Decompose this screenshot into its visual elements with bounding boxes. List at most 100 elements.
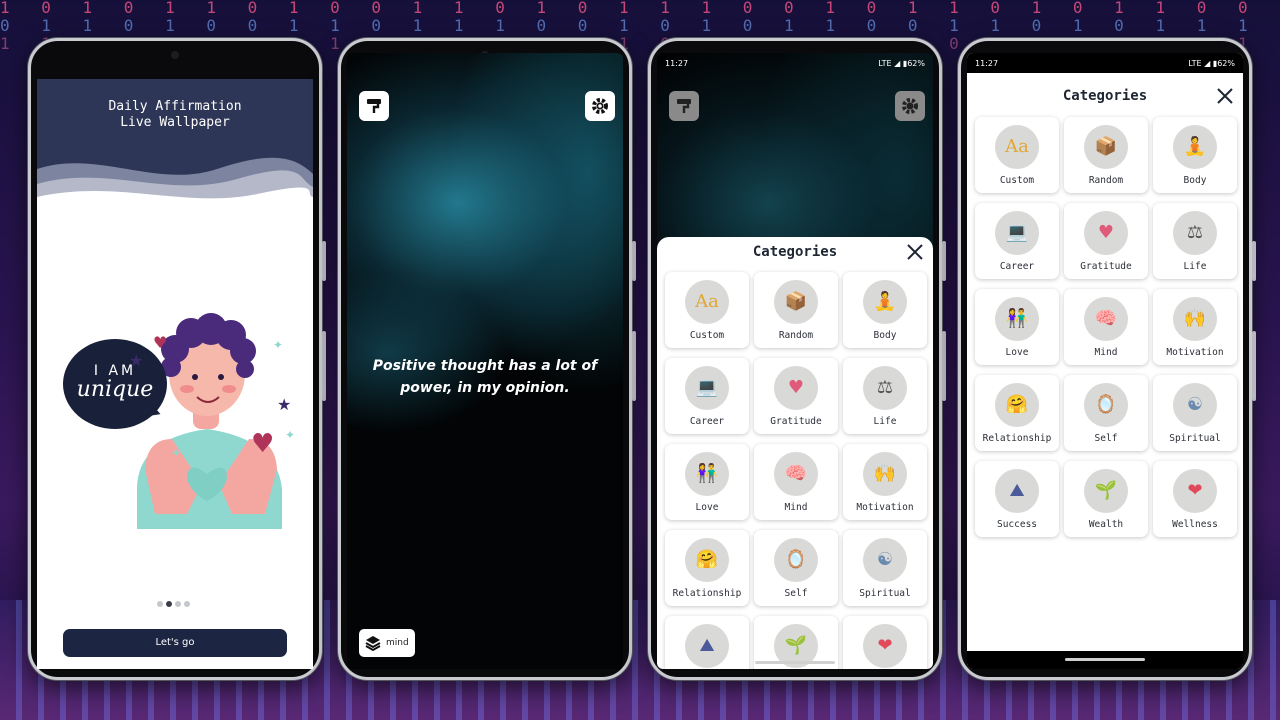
category-card-gratitude[interactable]: ♥ Gratitude <box>754 358 838 434</box>
paint-roller-icon[interactable] <box>359 91 389 121</box>
category-card-career[interactable]: 💻 Career <box>665 358 749 434</box>
category-card-relationship[interactable]: 🤗 Relationship <box>975 375 1059 451</box>
category-icon-circle: ⚖ <box>863 366 907 410</box>
category-icon-circle: ⚖ <box>1173 211 1217 255</box>
onboarding-screen: Daily Affirmation Live Wallpaper I AM un… <box>37 79 313 669</box>
categories-title: Categories <box>752 244 838 260</box>
category-card-custom[interactable]: Aa Custom <box>665 272 749 348</box>
category-card-custom[interactable]: Aa Custom <box>975 117 1059 193</box>
balance-icon: ⚖ <box>876 377 894 398</box>
heart-icon: ♥ <box>251 429 275 459</box>
binary-row: 1 0 1 0 1 1 0 1 0 0 1 1 0 1 0 1 1 1 0 0 … <box>0 0 1280 17</box>
box-icon: 📦 <box>1094 136 1118 157</box>
category-card-mind[interactable]: 🧠 Mind <box>1064 289 1148 365</box>
category-card-spiritual[interactable]: ☯ Spiritual <box>1153 375 1237 451</box>
category-card-self[interactable]: 🪞 Self <box>1064 375 1148 451</box>
category-icon-circle: Aa <box>995 125 1039 169</box>
mirror-icon: 🪞 <box>1094 394 1118 415</box>
lets-go-button[interactable]: Let's go <box>63 629 287 657</box>
wallpaper-screen: Positive thought has a lot of power, in … <box>347 53 623 669</box>
text-aa-icon: Aa <box>695 291 719 312</box>
category-label: Relationship <box>672 588 742 599</box>
desk-icon: 💻 <box>1005 222 1029 243</box>
category-label: Relationship <box>982 433 1052 444</box>
category-card-wellness[interactable]: ❤Wellness <box>843 616 927 669</box>
category-card-motivation[interactable]: 🙌 Motivation <box>843 444 927 520</box>
categories-title: Categories <box>1062 88 1148 104</box>
side-button <box>322 241 326 281</box>
category-label: Self <box>784 588 808 599</box>
categories-sheet-screen: 11:27 LTE ◢ ▮62% Categories Aa Custom 📦 Ran… <box>657 53 933 669</box>
category-card-relationship[interactable]: 🤗 Relationship <box>665 530 749 606</box>
category-label: Gratitude <box>770 416 822 427</box>
home-indicator <box>1065 658 1145 661</box>
category-grid: Aa Custom 📦 Random 🧘 Body 💻 Career ♥ Gratitude ⚖ Li… <box>975 117 1237 537</box>
category-card-love[interactable]: 👫 Love <box>665 444 749 520</box>
category-card-career[interactable]: 💻 Career <box>975 203 1059 279</box>
category-icon-circle: ♥ <box>774 366 818 410</box>
yoga-icon: 🧘 <box>873 291 897 312</box>
page-dot-active[interactable] <box>166 601 172 607</box>
category-icon-circle: ❤ <box>863 624 907 668</box>
category-label: Random <box>778 330 814 341</box>
category-icon-circle: 💻 <box>685 366 729 410</box>
category-card-success[interactable]: ⛰Success <box>665 616 749 669</box>
heart-hand-icon: ♥ <box>787 377 805 398</box>
page-dot[interactable] <box>175 601 181 607</box>
category-label: Custom <box>689 330 725 341</box>
side-button <box>942 241 946 281</box>
category-card-random[interactable]: 📦 Random <box>754 272 838 348</box>
gear-icon[interactable] <box>895 91 925 121</box>
couple-icon: 👫 <box>695 463 719 484</box>
category-icon-circle: 🙌 <box>863 452 907 496</box>
cheer-icon: 🙌 <box>873 463 897 484</box>
side-button <box>322 331 326 401</box>
home-indicator <box>755 661 835 664</box>
yoga-icon: 🧘 <box>1183 136 1207 157</box>
category-label: Career <box>689 416 725 427</box>
side-button <box>1252 241 1256 281</box>
category-label: Body <box>1183 175 1207 186</box>
category-card-success[interactable]: ⛰Success <box>975 461 1059 537</box>
category-card-life[interactable]: ⚖ Life <box>843 358 927 434</box>
category-card-wellness[interactable]: ❤Wellness <box>1153 461 1237 537</box>
side-button <box>942 331 946 401</box>
layers-icon <box>365 636 381 652</box>
category-icon-circle: ☯ <box>1173 383 1217 427</box>
category-card-body[interactable]: 🧘 Body <box>843 272 927 348</box>
category-card-spiritual[interactable]: ☯ Spiritual <box>843 530 927 606</box>
binary-row: 0 1 1 0 1 0 0 1 1 0 1 1 1 0 0 1 0 1 0 1 … <box>0 16 1280 35</box>
heart-hand-icon: ♥ <box>1097 222 1115 243</box>
category-icon-circle: 🧠 <box>1084 297 1128 341</box>
gear-icon[interactable] <box>585 91 615 121</box>
category-icon-circle: 🧘 <box>863 280 907 324</box>
category-card-gratitude[interactable]: ♥ Gratitude <box>1064 203 1148 279</box>
title-line: Live Wallpaper <box>120 115 230 130</box>
category-icon-circle: 👫 <box>685 452 729 496</box>
category-card-random[interactable]: 📦 Random <box>1064 117 1148 193</box>
category-label: Self <box>1094 433 1118 444</box>
category-icon-circle: 📦 <box>774 280 818 324</box>
category-card-life[interactable]: ⚖ Life <box>1153 203 1237 279</box>
category-card-wealth[interactable]: 🌱 Wealth <box>1064 461 1148 537</box>
climb-icon: ⛰ <box>699 635 715 656</box>
status-right: LTE ◢ ▮62% <box>1188 58 1235 68</box>
onboarding-title: Daily Affirmation Live Wallpaper <box>37 99 313 131</box>
side-button <box>1252 331 1256 401</box>
page-dot[interactable] <box>184 601 190 607</box>
category-card-self[interactable]: 🪞 Self <box>754 530 838 606</box>
heart-hands-icon: ❤ <box>1187 480 1203 501</box>
category-card-body[interactable]: 🧘 Body <box>1153 117 1237 193</box>
star-icon: ★ <box>277 395 292 414</box>
paint-roller-icon[interactable] <box>669 91 699 121</box>
category-icon-circle: ☯ <box>863 538 907 582</box>
page-dot[interactable] <box>157 601 163 607</box>
category-icon-circle: ⛰ <box>685 624 729 668</box>
category-card-love[interactable]: 👫 Love <box>975 289 1059 365</box>
category-card-mind[interactable]: 🧠 Mind <box>754 444 838 520</box>
plant-icon: 🌱 <box>1094 480 1118 501</box>
close-icon[interactable] <box>905 242 925 262</box>
category-chip[interactable]: mind <box>359 629 415 657</box>
category-card-motivation[interactable]: 🙌 Motivation <box>1153 289 1237 365</box>
close-icon[interactable] <box>1215 86 1235 106</box>
